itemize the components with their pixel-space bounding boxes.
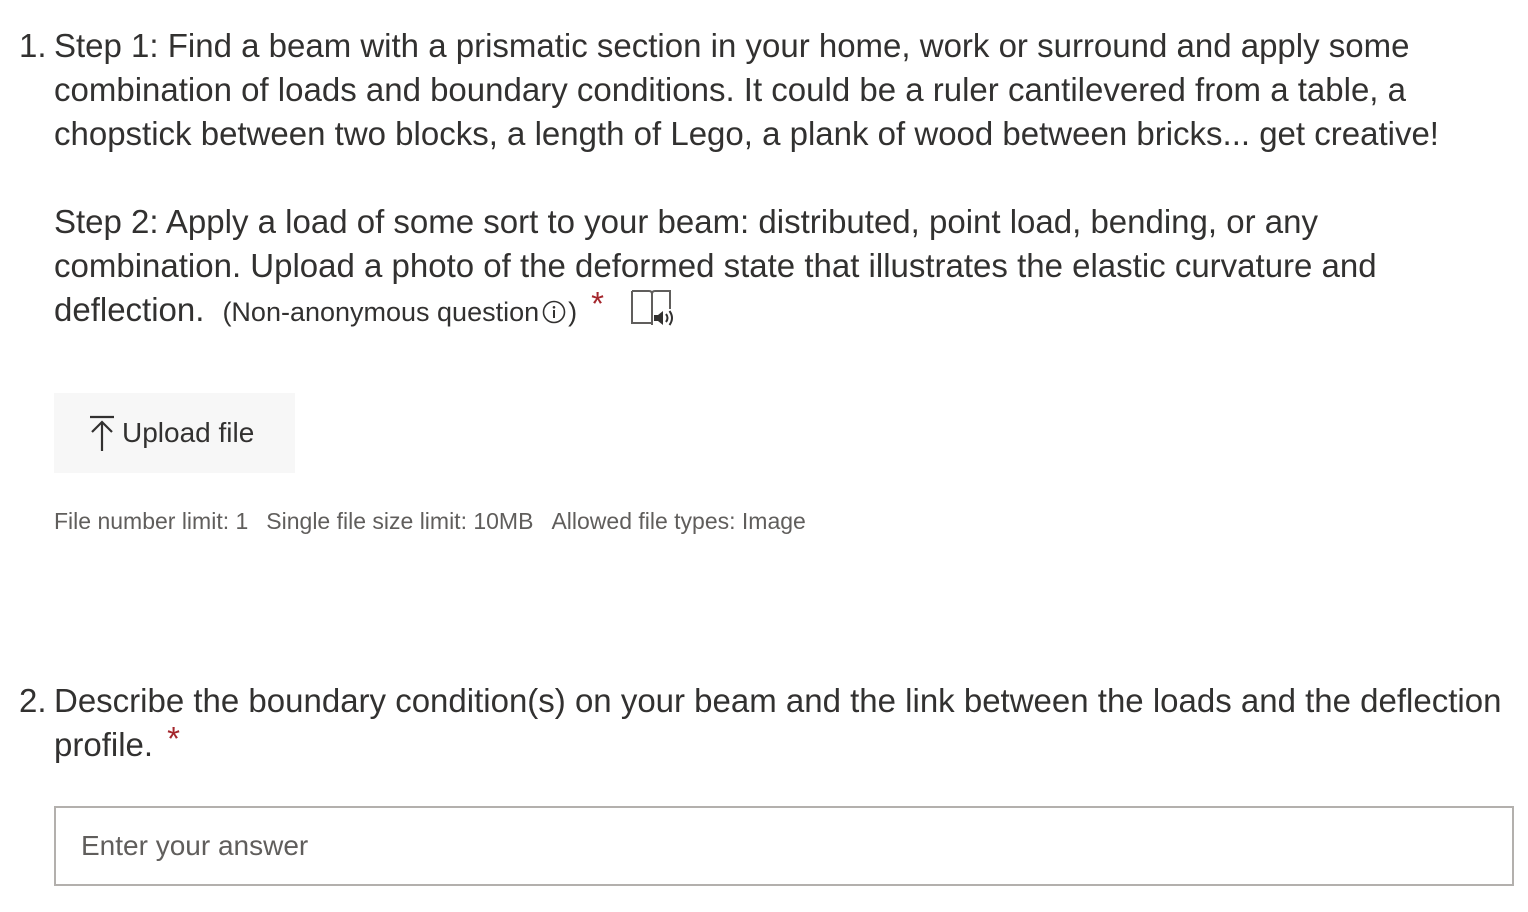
question-2-text-line: Describe the boundary condition(s) on yo… <box>54 679 1514 767</box>
answer-input[interactable] <box>54 806 1514 886</box>
question-step-2: Step 2: Apply a load of some sort to you… <box>54 200 1514 334</box>
upload-file-button[interactable]: Upload file <box>54 393 295 473</box>
file-number-limit: File number limit: 1 <box>54 508 249 534</box>
question-2-text: Describe the boundary condition(s) on yo… <box>54 682 1502 763</box>
upload-file-label: Upload file <box>122 417 255 448</box>
non-anonymous-label: (Non-anonymous question <box>222 297 540 327</box>
question-body: Describe the boundary condition(s) on yo… <box>54 679 1514 767</box>
info-icon[interactable] <box>542 300 566 324</box>
file-size-limit: Single file size limit: 10MB <box>266 508 534 534</box>
non-anonymous-close: ) <box>568 297 578 327</box>
question-body: Step 1: Find a beam with a prismatic sec… <box>54 24 1514 334</box>
question-step-1-text: Step 1: Find a beam with a prismatic sec… <box>54 27 1439 152</box>
question-number: 2. <box>19 682 47 719</box>
question-number: 1. <box>19 27 47 64</box>
upload-arrow-icon <box>90 415 114 451</box>
required-asterisk: * <box>167 720 180 757</box>
required-asterisk: * <box>591 285 604 322</box>
upload-limits: File number limit: 1 Single file size lim… <box>54 506 806 536</box>
immersive-reader-icon[interactable] <box>630 289 676 329</box>
non-anonymous-note: (Non-anonymous question ) <box>222 297 577 327</box>
allowed-file-types: Allowed file types: Image <box>551 508 806 534</box>
